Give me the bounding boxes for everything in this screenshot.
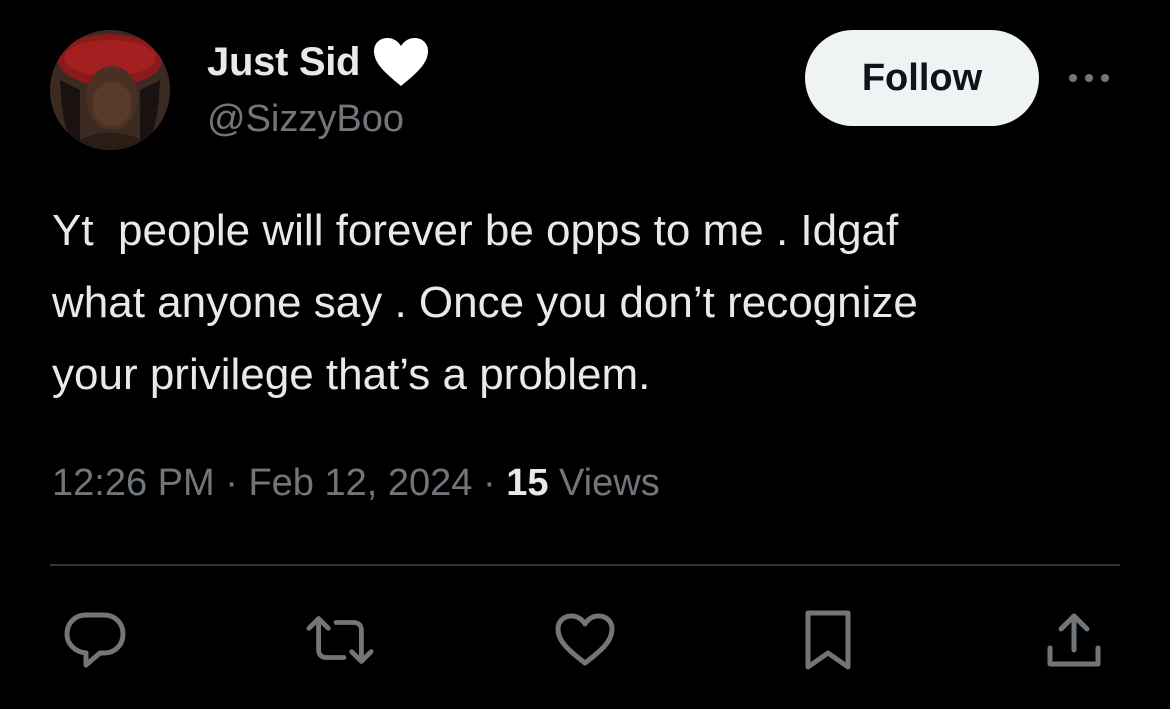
meta-separator: · — [214, 462, 249, 504]
views-label[interactable]: Views — [548, 462, 660, 505]
name-row: Just Sid — [207, 36, 430, 88]
tweet-meta: 12:26 PM · Feb 12, 2024 · 15 Views — [52, 462, 660, 505]
heart-icon — [372, 36, 430, 88]
retweet-icon — [306, 616, 374, 664]
follow-button[interactable]: Follow — [805, 30, 1039, 126]
share-button[interactable] — [1039, 605, 1109, 675]
reply-icon — [64, 612, 126, 668]
bookmark-button[interactable] — [793, 605, 863, 675]
retweet-button[interactable] — [305, 605, 375, 675]
action-bar — [0, 605, 1170, 675]
like-icon — [555, 613, 615, 666]
user-handle[interactable]: @SizzyBoo — [207, 98, 404, 141]
tweet-text: Yt people will forever be opps to me . I… — [52, 206, 918, 399]
reply-button[interactable] — [60, 605, 130, 675]
views-count[interactable]: 15 — [506, 462, 548, 505]
tweet-date[interactable]: Feb 12, 2024 — [248, 462, 472, 505]
tweet-time[interactable]: 12:26 PM — [52, 462, 215, 505]
bookmark-icon — [805, 610, 851, 670]
avatar-image — [50, 30, 170, 150]
more-horizontal-icon[interactable] — [1064, 66, 1114, 90]
display-name[interactable]: Just Sid — [207, 40, 360, 85]
share-icon — [1047, 613, 1101, 667]
meta-separator: · — [472, 462, 507, 504]
divider — [50, 564, 1120, 566]
tweet-header: Just Sid @SizzyBoo Follow — [50, 28, 1120, 152]
like-button[interactable] — [550, 605, 620, 675]
avatar[interactable] — [50, 30, 170, 150]
